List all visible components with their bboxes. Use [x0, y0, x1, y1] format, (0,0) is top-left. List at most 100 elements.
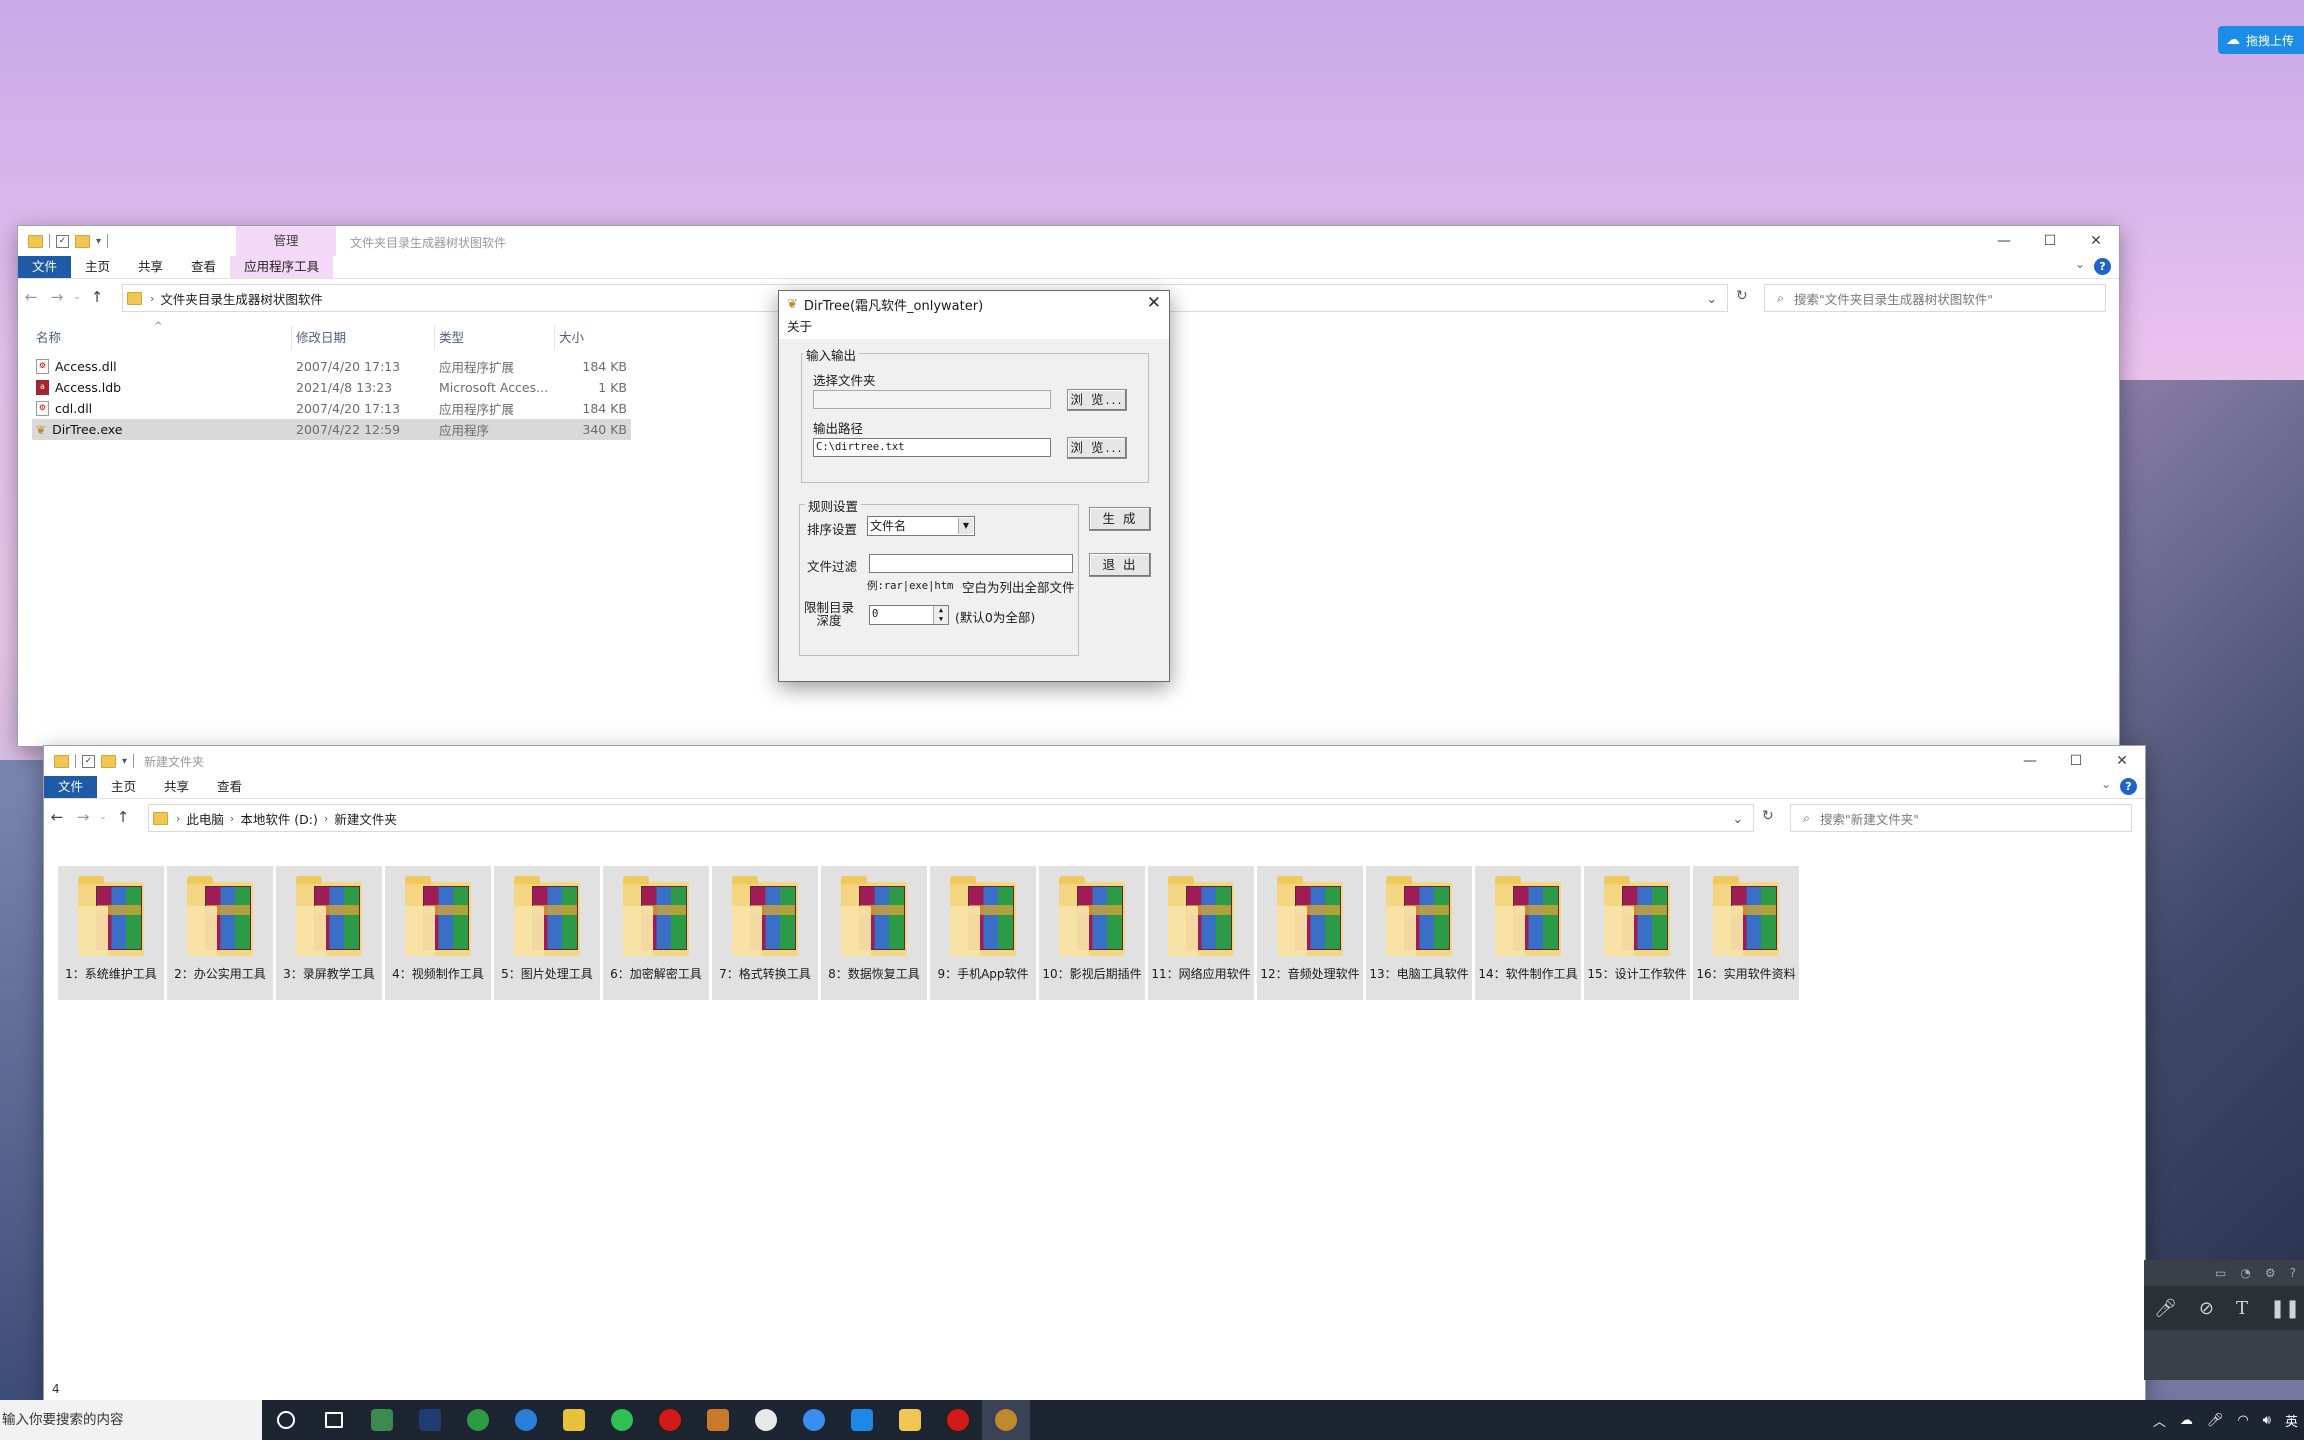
tab-file[interactable]: 文件 — [44, 776, 98, 798]
folder-tile[interactable]: 13：电脑工具软件 — [1366, 866, 1472, 1000]
address-dropdown-icon[interactable]: ⌄ — [1707, 291, 1717, 306]
properties-icon[interactable]: ✓ — [82, 754, 95, 768]
maximize-button[interactable]: ☐ — [2053, 746, 2099, 776]
filter-input[interactable] — [869, 554, 1073, 573]
forward-icon[interactable]: → — [44, 288, 70, 306]
record-icon[interactable] — [646, 1400, 694, 1440]
back-icon[interactable]: ← — [18, 288, 44, 306]
folder-icon[interactable]: ▭ — [2215, 1266, 2226, 1280]
record-icon[interactable] — [934, 1400, 982, 1440]
app-icon-k[interactable] — [502, 1400, 550, 1440]
minimize-button[interactable]: — — [2007, 746, 2053, 776]
microphone-icon[interactable]: 🎤︎ — [2154, 1298, 2177, 1319]
tab-view[interactable]: 查看 — [203, 776, 256, 798]
folder-tile[interactable]: 9：手机App软件 — [930, 866, 1036, 1000]
folder-tile[interactable]: 11：网络应用软件 — [1148, 866, 1254, 1000]
app-icon-globe[interactable] — [454, 1400, 502, 1440]
refresh-icon[interactable]: ↻ — [1762, 808, 1774, 824]
recent-dropdown-icon[interactable]: ⌄ — [96, 812, 110, 822]
forward-icon[interactable]: → — [70, 808, 96, 826]
app-icon-blue[interactable] — [838, 1400, 886, 1440]
close-icon[interactable]: ✕ — [1147, 293, 1161, 313]
tab-home[interactable]: 主页 — [97, 776, 150, 798]
col-size[interactable]: 大小 — [555, 326, 631, 350]
folder-tile[interactable]: 14：软件制作工具 — [1475, 866, 1581, 1000]
help-icon[interactable]: ? — [2094, 258, 2111, 275]
recent-dropdown-icon[interactable]: ⌄ — [70, 292, 84, 302]
wechat-icon[interactable] — [598, 1400, 646, 1440]
input-language[interactable]: 英 — [2285, 1411, 2298, 1430]
refresh-icon[interactable]: ↻ — [1736, 288, 1748, 304]
context-tab-manage[interactable]: 管理 — [236, 226, 336, 256]
chevron-down-icon[interactable]: ▼ — [958, 518, 973, 534]
folder-tile[interactable]: 1：系统维护工具 — [58, 866, 164, 1000]
generate-button[interactable]: 生 成 — [1089, 507, 1151, 531]
search-input[interactable]: ⌕ 搜索"文件夹目录生成器树状图软件" — [1764, 284, 2106, 312]
file-row[interactable]: a Access.ldb 2021/4/8 13:23 Microsoft Acc… — [32, 377, 631, 398]
ribbon-expand-icon[interactable]: ⌄ — [2075, 257, 2085, 271]
folder-tile[interactable]: 4：视频制作工具 — [385, 866, 491, 1000]
dialog-menu-about[interactable]: 关于 — [779, 317, 1169, 339]
qat-dropdown-icon[interactable]: ▾ — [96, 236, 101, 247]
browse-output-button[interactable]: 浏 览... — [1067, 437, 1127, 459]
app-icon-grid[interactable] — [550, 1400, 598, 1440]
close-button[interactable]: ✕ — [2099, 746, 2145, 776]
folder-tile[interactable]: 12：音频处理软件 — [1257, 866, 1363, 1000]
up-icon[interactable]: ↑ — [84, 288, 110, 306]
title-bar[interactable]: ✓ ▾ 管理 文件夹目录生成器树状图软件 — ☐ ✕ — [18, 226, 2119, 256]
settings-icon[interactable]: ⚙ — [2265, 1266, 2276, 1280]
folder-tile[interactable]: 8：数据恢复工具 — [821, 866, 927, 1000]
app-icon-brush[interactable] — [694, 1400, 742, 1440]
folder-tile[interactable]: 16：实用软件资料 — [1693, 866, 1799, 1000]
folder-tile[interactable]: 15：设计工作软件 — [1584, 866, 1690, 1000]
app-icon-terminal[interactable] — [358, 1400, 406, 1440]
qat-dropdown-icon[interactable]: ▾ — [122, 756, 127, 767]
title-bar[interactable]: ✓ ▾ 新建文件夹 — ☐ ✕ — [44, 746, 2145, 776]
output-path-input[interactable]: C:\dirtree.txt — [813, 438, 1051, 457]
volume-icon[interactable]: 🔊︎ — [2263, 1413, 2271, 1428]
tab-view[interactable]: 查看 — [177, 256, 230, 278]
tab-share[interactable]: 共享 — [124, 256, 177, 278]
breadcrumb-item[interactable]: 新建文件夹 — [334, 809, 397, 828]
tab-home[interactable]: 主页 — [71, 256, 124, 278]
baidu-upload-widget[interactable]: ☁ 拖拽上传 — [2218, 26, 2304, 54]
tab-file[interactable]: 文件 — [18, 256, 72, 278]
folder-tile[interactable]: 10：影视后期插件 — [1039, 866, 1145, 1000]
microphone-icon[interactable]: 🎤︎ — [2207, 1413, 2224, 1428]
help-icon[interactable]: ? — [2120, 778, 2137, 795]
folder-tile[interactable]: 7：格式转换工具 — [712, 866, 818, 1000]
file-row[interactable]: ⚙ cdl.dll 2007/4/20 17:13 应用程序扩展 184 KB — [32, 398, 631, 419]
help-icon[interactable]: ? — [2290, 1266, 2296, 1280]
file-row[interactable]: ⚙ Access.dll 2007/4/20 17:13 应用程序扩展 184 K… — [32, 356, 631, 377]
minimize-button[interactable]: — — [1981, 226, 2027, 256]
up-icon[interactable]: ↑ — [110, 808, 136, 826]
dirtree-app-icon[interactable] — [982, 1400, 1030, 1440]
search-input[interactable]: ⌕ 搜索"新建文件夹" — [1790, 804, 2132, 832]
folder-tile[interactable]: 6：加密解密工具 — [603, 866, 709, 1000]
taskbar-search-input[interactable]: 输入你要搜索的内容 — [0, 1400, 262, 1440]
cortana-icon[interactable] — [262, 1400, 310, 1440]
maximize-button[interactable]: ☐ — [2027, 226, 2073, 256]
tab-share[interactable]: 共享 — [150, 776, 203, 798]
text-icon[interactable]: T — [2236, 1298, 2248, 1319]
camera-off-icon[interactable]: ⊘ — [2199, 1298, 2214, 1319]
app-icon-a[interactable] — [406, 1400, 454, 1440]
folder-tile[interactable]: 3：录屏教学工具 — [276, 866, 382, 1000]
address-dropdown-icon[interactable]: ⌄ — [1733, 811, 1743, 826]
app-icon-panda[interactable] — [742, 1400, 790, 1440]
clock-icon[interactable]: ◔ — [2240, 1266, 2250, 1280]
close-button[interactable]: ✕ — [2073, 226, 2119, 256]
col-date[interactable]: 修改日期 — [292, 326, 435, 350]
depth-spinner[interactable]: 0 ▲ ▼ — [869, 605, 949, 625]
new-folder-icon[interactable] — [75, 234, 90, 248]
breadcrumb-item[interactable]: 本地软件 (D:) — [240, 809, 318, 828]
ribbon-expand-icon[interactable]: ⌄ — [2101, 777, 2111, 791]
folder-tile[interactable]: 2：办公实用工具 — [167, 866, 273, 1000]
file-row-selected[interactable]: ❦ DirTree.exe 2007/4/22 12:59 应用程序 340 KB — [32, 419, 631, 440]
col-type[interactable]: 类型 — [435, 326, 555, 350]
back-icon[interactable]: ← — [44, 808, 70, 826]
cloud-icon[interactable]: ☁ — [2180, 1413, 2193, 1428]
new-folder-icon[interactable] — [101, 754, 116, 768]
dialog-title-bar[interactable]: ❦ DirTree(霜凡软件_onlywater) ✕ — [779, 291, 1169, 317]
exit-button[interactable]: 退 出 — [1089, 553, 1151, 577]
